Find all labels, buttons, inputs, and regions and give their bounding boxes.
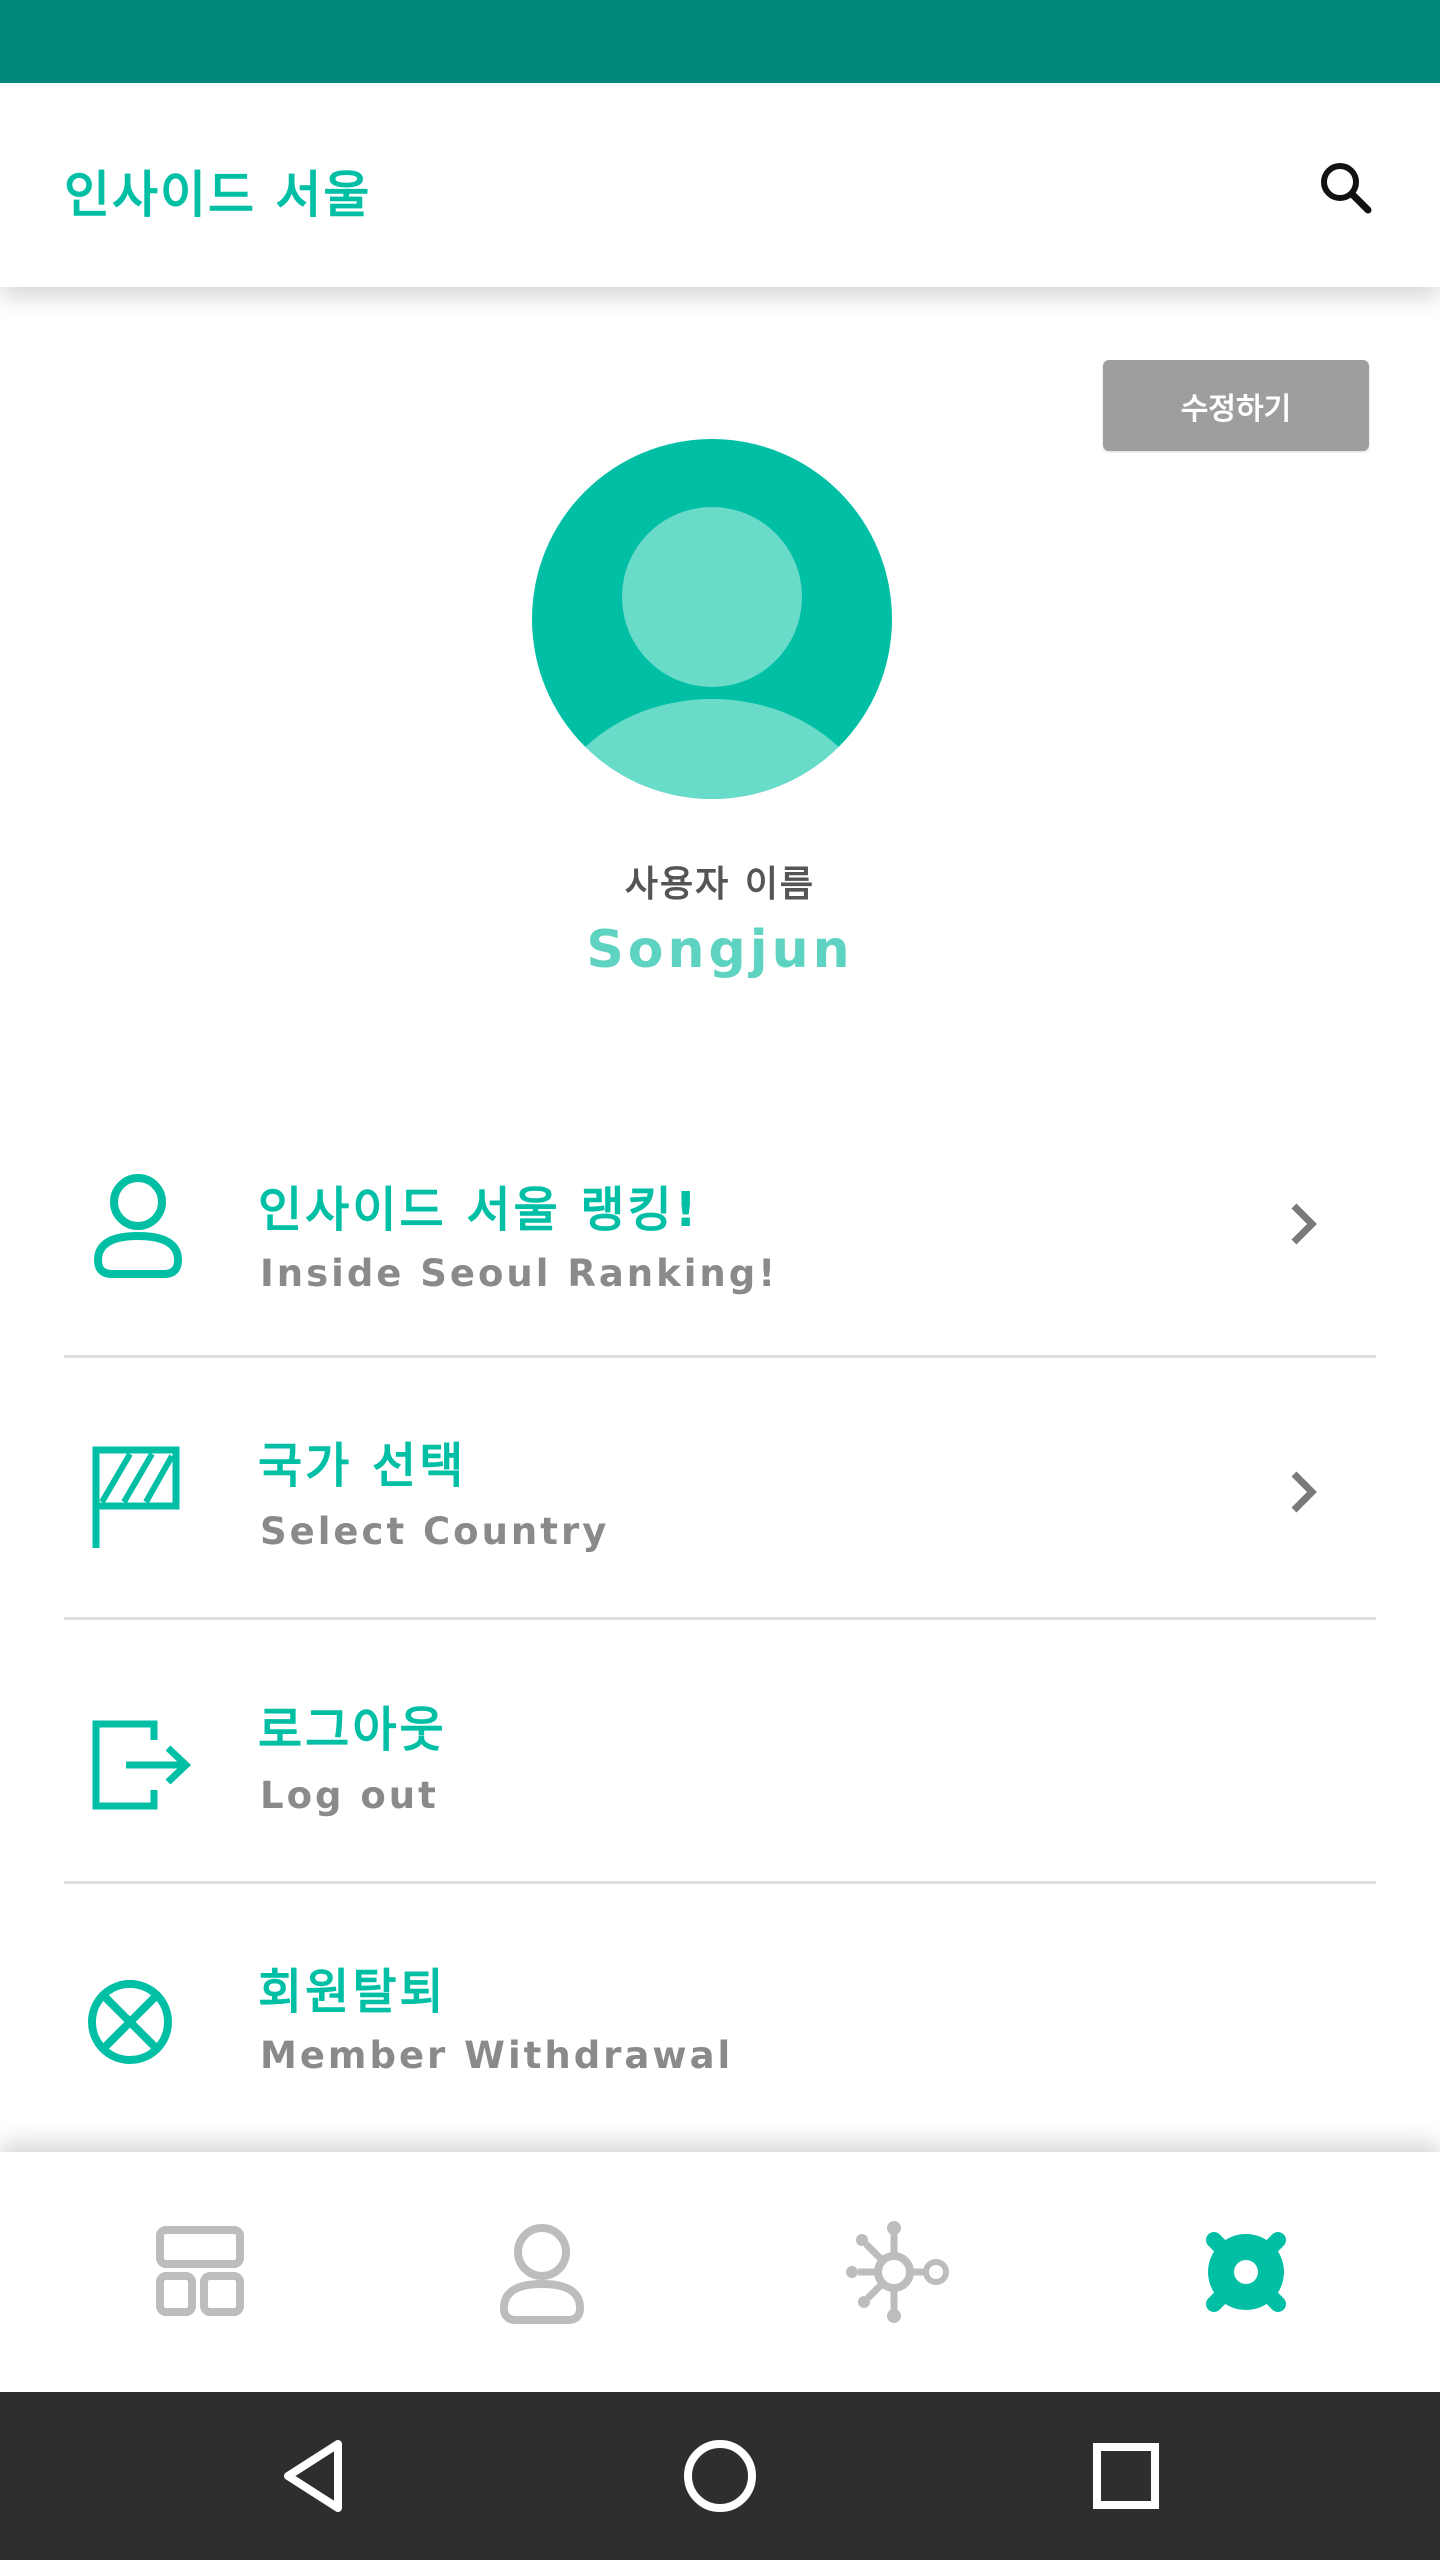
dashboard-icon[interactable] xyxy=(142,2214,258,2330)
flag-icon xyxy=(80,1440,200,1560)
bottom-nav xyxy=(0,2152,1440,2392)
app-bar: 인사이드 서울 xyxy=(0,83,1440,287)
menu-item-withdrawal[interactable]: 회원탈퇴 Member Withdrawal xyxy=(0,1884,1440,2142)
app-title: 인사이드 서울 xyxy=(64,166,372,224)
person-icon xyxy=(80,1170,200,1290)
settings-icon[interactable] xyxy=(1188,2214,1304,2330)
menu-item-subtitle: Member Withdrawal xyxy=(260,2034,734,2077)
menu-item-subtitle: Log out xyxy=(260,1774,439,1817)
user-avatar-icon xyxy=(532,439,892,799)
menu-item-title: 로그아웃 xyxy=(258,1702,447,1758)
withdraw-x-circle-icon xyxy=(80,1974,200,2094)
menu-item-title: 국가 선택 xyxy=(258,1438,467,1494)
home-icon[interactable] xyxy=(670,2426,770,2526)
menu-item-title: 인사이드 서울 랭킹! xyxy=(258,1182,700,1238)
system-nav-bar xyxy=(0,2392,1440,2560)
recents-icon[interactable] xyxy=(1076,2426,1176,2526)
status-bar xyxy=(0,0,1440,83)
profile-icon[interactable] xyxy=(484,2214,600,2330)
menu-item-select-country[interactable]: 국가 선택 Select Country xyxy=(0,1358,1440,1616)
menu-item-title: 회원탈퇴 xyxy=(258,1964,447,2020)
menu-item-subtitle: Select Country xyxy=(260,1510,610,1553)
menu-item-subtitle: Inside Seoul Ranking! xyxy=(260,1252,779,1295)
name-label: 사용자 이름 xyxy=(624,864,816,905)
menu-item-ranking[interactable]: 인사이드 서울 랭킹! Inside Seoul Ranking! xyxy=(0,1098,1440,1356)
chevron-right-icon xyxy=(1270,1460,1334,1524)
search-icon[interactable] xyxy=(1310,152,1382,224)
back-icon[interactable] xyxy=(266,2426,366,2526)
menu-item-logout[interactable]: 로그아웃 Log out xyxy=(0,1620,1440,1878)
user-name: Songjun xyxy=(586,920,854,980)
edit-profile-button[interactable]: 수정하기 xyxy=(1103,360,1369,451)
logout-icon xyxy=(80,1710,200,1830)
network-icon[interactable] xyxy=(836,2214,952,2330)
chevron-right-icon xyxy=(1270,1192,1334,1256)
